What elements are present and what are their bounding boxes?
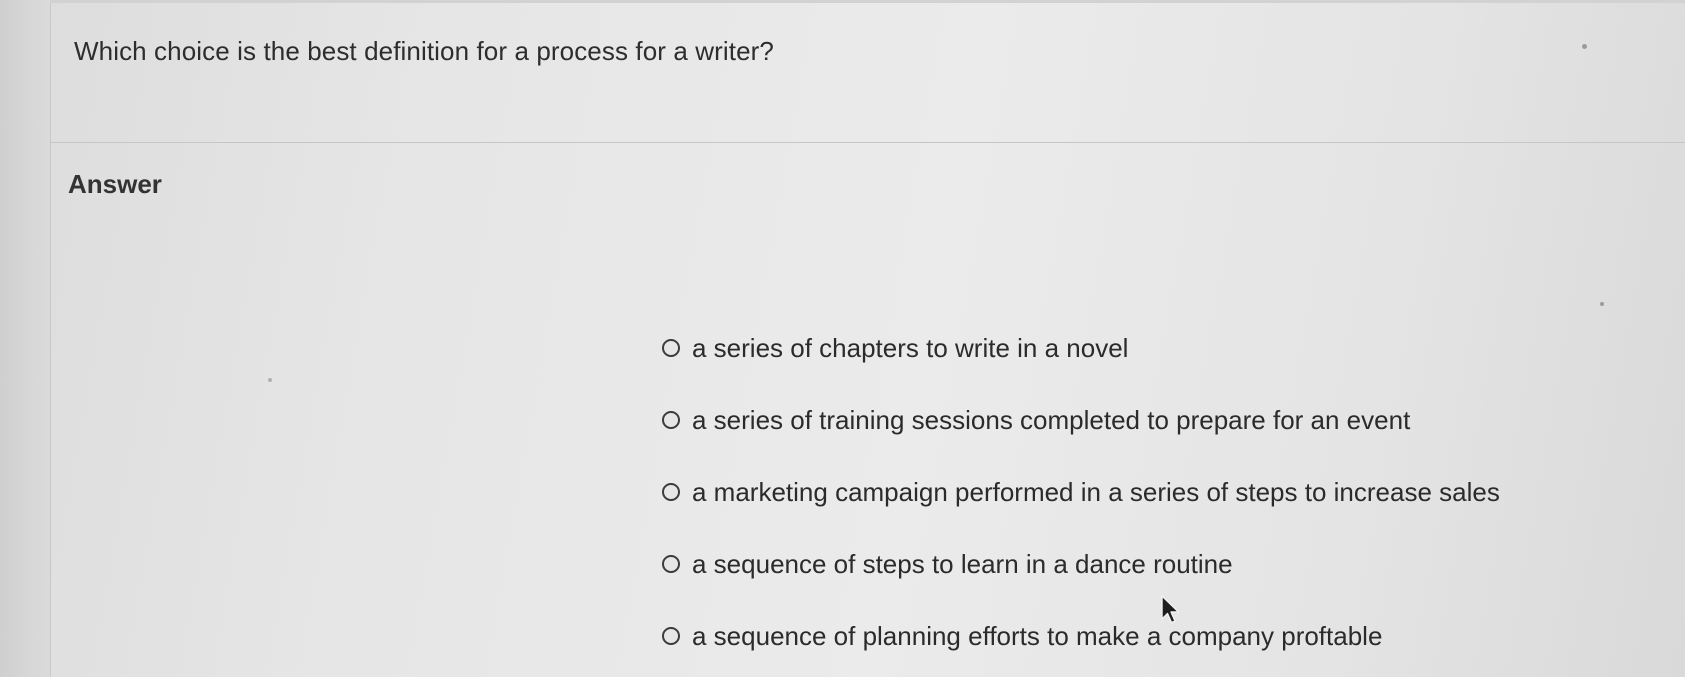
answer-option[interactable]: a series of training sessions completed … <box>662 384 1500 456</box>
section-divider <box>50 142 1685 143</box>
answer-option-label[interactable]: a series of training sessions completed … <box>692 405 1410 436</box>
question-text: Which choice is the best definition for … <box>74 36 774 66</box>
top-edge <box>50 0 1685 3</box>
answer-option-label[interactable]: a series of chapters to write in a novel <box>692 333 1128 364</box>
answer-option-label[interactable]: a sequence of planning efforts to make a… <box>692 621 1382 652</box>
answer-option[interactable]: a sequence of planning efforts to make a… <box>662 600 1500 672</box>
mouse-pointer-icon <box>1161 595 1180 624</box>
screen-speck <box>1582 44 1587 49</box>
radio-button-icon[interactable] <box>662 339 680 357</box>
answer-option[interactable]: a series of chapters to write in a novel <box>662 312 1500 384</box>
left-margin-strip <box>0 0 51 677</box>
answer-heading: Answer <box>68 169 162 199</box>
radio-button-icon[interactable] <box>662 483 680 501</box>
radio-button-icon[interactable] <box>662 411 680 429</box>
radio-button-icon[interactable] <box>662 627 680 645</box>
answer-option[interactable]: a sequence of steps to learn in a dance … <box>662 528 1500 600</box>
answer-option-label[interactable]: a sequence of steps to learn in a dance … <box>692 549 1233 580</box>
screen-speck <box>268 378 272 382</box>
screen-speck <box>1600 302 1604 306</box>
radio-button-icon[interactable] <box>662 555 680 573</box>
answer-option[interactable]: a marketing campaign performed in a seri… <box>662 456 1500 528</box>
answer-option-label[interactable]: a marketing campaign performed in a seri… <box>692 477 1500 508</box>
answer-options-list: a series of chapters to write in a novel… <box>662 312 1500 672</box>
